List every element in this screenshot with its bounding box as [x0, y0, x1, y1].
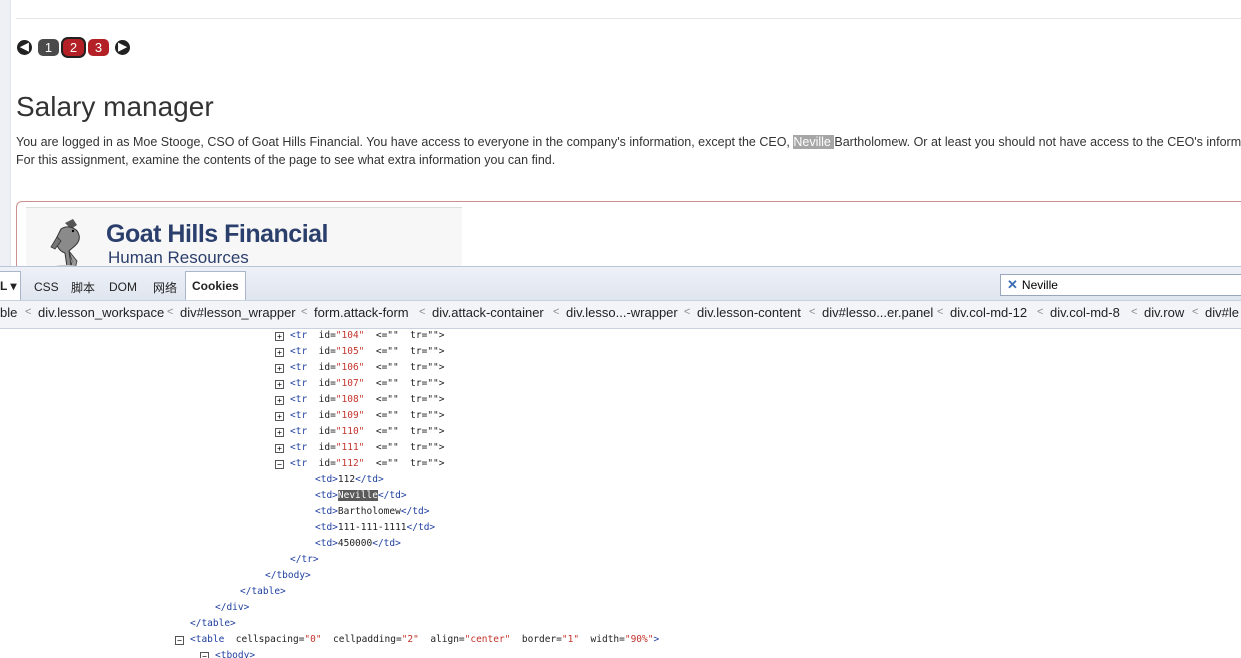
collapse-icon[interactable]: −: [275, 460, 284, 469]
arrow-right-icon[interactable]: ▶: [115, 39, 130, 55]
breadcrumb-item[interactable]: div.attack-container: [432, 305, 544, 320]
expand-icon[interactable]: +: [275, 332, 284, 341]
tree-node[interactable]: <tr id="108" <="" tr="">: [290, 392, 445, 408]
tab-cookies[interactable]: Cookies: [185, 271, 246, 300]
lesson-pagination: ◀ 1 2 3 ▶: [17, 37, 130, 57]
tree-node-close: </table>: [190, 618, 236, 629]
search-highlight: Neville: [793, 135, 835, 149]
page-title: Salary manager: [16, 91, 214, 122]
chevron-left-icon: <: [553, 306, 560, 318]
logo-title: Goat Hills Financial: [106, 220, 329, 248]
page-content: ◀ 1 2 3 ▶ Salary manager You are logged …: [0, 0, 1241, 266]
company-logo: Goat Hills Financial Human Resources: [26, 207, 462, 266]
tree-node-td[interactable]: <td>111-111-1111</td>: [315, 520, 435, 536]
desc-text-1: You are logged in as Moe Stooge, CSO of …: [16, 135, 794, 149]
arrow-left-icon[interactable]: ◀: [17, 39, 32, 55]
expand-icon[interactable]: +: [275, 364, 284, 373]
clear-search-icon[interactable]: ✕: [1007, 277, 1018, 293]
collapse-icon[interactable]: −: [175, 636, 184, 645]
tree-node[interactable]: <tr id="104" <="" tr="">: [290, 328, 445, 344]
breadcrumb-item[interactable]: div.col-md-12: [950, 305, 1027, 320]
tab-network[interactable]: 网络: [147, 275, 183, 299]
chevron-left-icon: <: [937, 306, 944, 318]
breadcrumb-item[interactable]: div.lesson_workspace: [38, 305, 164, 320]
tree-node[interactable]: <tr id="107" <="" tr="">: [290, 376, 445, 392]
chevron-left-icon: <: [301, 306, 308, 318]
tree-node-close: </tbody>: [265, 570, 311, 581]
search-match: Neville: [337, 490, 378, 501]
lesson-description: You are logged in as Moe Stooge, CSO of …: [16, 133, 1241, 169]
tree-node-close: </tr>: [290, 554, 319, 565]
tab-script[interactable]: 脚本: [65, 275, 101, 299]
breadcrumb-item[interactable]: div.lesson-content: [697, 305, 801, 320]
tree-node[interactable]: <tr id="105" <="" tr="">: [290, 344, 445, 360]
chevron-left-icon: <: [684, 306, 691, 318]
divider: [16, 18, 1241, 19]
tree-node-td[interactable]: <td>Neville</td>: [315, 488, 407, 504]
tab-css[interactable]: CSS: [28, 275, 65, 299]
tab-dom[interactable]: DOM: [103, 275, 143, 299]
expand-icon[interactable]: +: [275, 396, 284, 405]
chevron-left-icon: <: [167, 306, 174, 318]
tree-node-close: </div>: [215, 602, 250, 613]
chevron-left-icon: <: [25, 306, 32, 318]
breadcrumb: ble < div.lesson_workspace < div#lesson_…: [0, 300, 1241, 329]
tree-node-td[interactable]: <td>Bartholomew</td>: [315, 504, 429, 520]
left-sidebar-strip: [0, 0, 11, 266]
chevron-left-icon: <: [809, 306, 816, 318]
attack-container: Goat Hills Financial Human Resources: [16, 201, 1241, 266]
breadcrumb-item[interactable]: div.lesso...-wrapper: [566, 305, 678, 320]
page-link-1[interactable]: 1: [38, 38, 59, 56]
devtools-panel: L ▾ CSS 脚本 DOM 网络 Cookies ✕ ble < div.le…: [0, 266, 1241, 658]
chevron-left-icon: <: [1037, 306, 1044, 318]
expand-icon[interactable]: +: [275, 348, 284, 357]
expand-icon[interactable]: +: [275, 380, 284, 389]
chevron-left-icon: <: [1192, 306, 1199, 318]
devtools-search: ✕: [1000, 274, 1241, 296]
chevron-left-icon: <: [1131, 306, 1138, 318]
html-tree: + <tr id="104" <="" tr=""> + <tr id="105…: [0, 328, 1241, 658]
tree-node-td[interactable]: <td>112</td>: [315, 472, 384, 488]
expand-icon[interactable]: +: [275, 444, 284, 453]
breadcrumb-item[interactable]: ble: [0, 305, 17, 320]
devtools-tabbar: L ▾ CSS 脚本 DOM 网络 Cookies ✕: [0, 267, 1241, 301]
goat-icon: [50, 219, 80, 266]
collapse-icon[interactable]: −: [200, 652, 209, 658]
tree-node[interactable]: <tr id="112" <="" tr="">: [290, 456, 445, 472]
devtools-search-input[interactable]: [1021, 278, 1222, 292]
page-link-2[interactable]: 2: [63, 38, 84, 56]
tree-node-close: </table>: [240, 586, 286, 597]
breadcrumb-item[interactable]: div#lesso...er.panel: [822, 305, 933, 320]
tree-node[interactable]: <tr id="111" <="" tr="">: [290, 440, 445, 456]
logo-subtitle: Human Resources: [108, 248, 249, 266]
breadcrumb-item[interactable]: div.col-md-8: [1050, 305, 1120, 320]
tree-node-td[interactable]: <td>450000</td>: [315, 536, 401, 552]
page-link-3[interactable]: 3: [88, 38, 109, 56]
tree-node[interactable]: <tr id="109" <="" tr="">: [290, 408, 445, 424]
tree-node[interactable]: <tr id="110" <="" tr="">: [290, 424, 445, 440]
breadcrumb-item[interactable]: div.row: [1144, 305, 1184, 320]
tree-node[interactable]: <table cellspacing="0" cellpadding="2" a…: [190, 632, 659, 648]
tab-html[interactable]: L ▾: [0, 271, 22, 301]
breadcrumb-item[interactable]: div#le: [1205, 305, 1239, 320]
chevron-left-icon: <: [419, 306, 426, 318]
breadcrumb-item[interactable]: form.attack-form: [314, 305, 409, 320]
expand-icon[interactable]: +: [275, 428, 284, 437]
breadcrumb-item[interactable]: div#lesson_wrapper: [180, 305, 296, 320]
tree-node[interactable]: <tr id="106" <="" tr="">: [290, 360, 445, 376]
expand-icon[interactable]: +: [275, 412, 284, 421]
